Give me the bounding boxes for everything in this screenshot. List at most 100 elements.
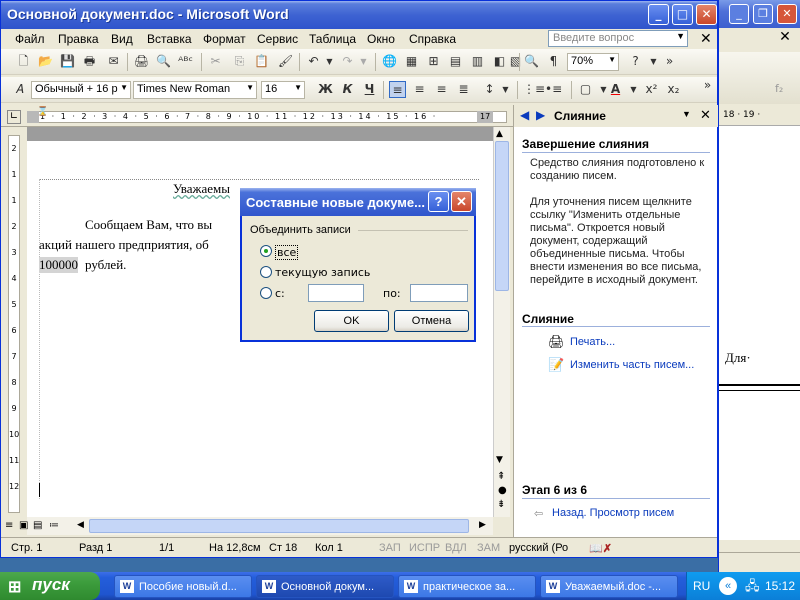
- background-word-window[interactable]: _ ❐ ✕ ✕ f₂ 18 · 19 · Для·: [718, 0, 800, 572]
- close-icon[interactable]: ✕: [451, 191, 472, 212]
- vertical-ruler[interactable]: 2 1 1 2 3 4 5 6 7 8 9 10 11 12: [1, 127, 27, 517]
- menu-window[interactable]: Окно: [367, 32, 395, 46]
- back-arrow-icon[interactable]: ◀: [520, 108, 529, 122]
- restore-icon[interactable]: ❐: [753, 4, 773, 24]
- network-icon[interactable]: 🖧: [745, 577, 760, 599]
- numbering-icon[interactable]: ⋮≡: [523, 81, 545, 98]
- indent-marker-icon[interactable]: ⌛: [37, 107, 48, 117]
- paste-icon[interactable]: 📋: [253, 53, 270, 70]
- align-right-icon[interactable]: ≡: [433, 81, 450, 98]
- superscript-icon[interactable]: x²: [643, 81, 660, 98]
- normal-view-icon[interactable]: ≡: [5, 520, 13, 531]
- chevron-down-icon[interactable]: ▼: [294, 83, 302, 92]
- line-spacing-icon[interactable]: ↕: [481, 81, 498, 98]
- edit-letters-link[interactable]: Изменить часть писем...: [570, 359, 694, 371]
- drawing-icon[interactable]: ◧: [491, 53, 508, 70]
- radio-all[interactable]: [260, 245, 272, 257]
- tab-selector-icon[interactable]: ∟: [7, 110, 21, 124]
- close-task-pane-icon[interactable]: ✕: [700, 107, 711, 123]
- scroll-right-icon[interactable]: ▶: [479, 520, 486, 530]
- insert-excel-icon[interactable]: ▤: [447, 53, 464, 70]
- next-page-icon[interactable]: ⇟: [497, 499, 505, 510]
- status-record[interactable]: ЗАП: [379, 542, 401, 554]
- borders-icon[interactable]: ▢: [577, 81, 594, 98]
- document-map-icon[interactable]: ▧: [507, 53, 524, 70]
- insert-table-icon[interactable]: ⊞: [425, 53, 442, 70]
- hyperlink-icon[interactable]: 🌐: [381, 53, 398, 70]
- background-title-bar[interactable]: _ ❐ ✕: [719, 0, 800, 28]
- chevron-down-icon[interactable]: ▼: [497, 81, 514, 98]
- permission-icon[interactable]: 🖶: [81, 53, 98, 70]
- show-hide-icon[interactable]: ¶: [545, 53, 562, 70]
- print-layout-icon[interactable]: ▤: [33, 520, 42, 531]
- font-size-select[interactable]: 16 ▼: [261, 81, 305, 99]
- align-left-icon[interactable]: ≡: [389, 81, 406, 98]
- radio-from-label[interactable]: с:: [275, 287, 285, 300]
- spelling-icon[interactable]: ᴬᴮᶜ: [177, 53, 194, 70]
- status-extend[interactable]: ВДЛ: [445, 542, 467, 554]
- copy-icon[interactable]: ⎘: [231, 53, 248, 70]
- justify-icon[interactable]: ≣: [455, 81, 472, 98]
- print-link[interactable]: Печать...: [570, 336, 615, 348]
- from-field[interactable]: [308, 284, 364, 302]
- language-indicator[interactable]: RU: [693, 579, 710, 593]
- close-document-icon[interactable]: ✕: [700, 31, 712, 45]
- document-map-icon-2[interactable]: 🔍: [523, 53, 540, 70]
- chevron-down-icon[interactable]: ▼: [676, 31, 685, 41]
- background-close-doc-icon[interactable]: ✕: [777, 30, 793, 46]
- menu-view[interactable]: Вид: [111, 32, 133, 46]
- taskbar-item-1[interactable]: W Основной докум...: [256, 575, 394, 598]
- styles-formatting-icon[interactable]: 𝐴: [11, 81, 28, 98]
- taskbar-item-3[interactable]: W Уважаемый.doc -...: [540, 575, 678, 598]
- chevron-down-icon[interactable]: ▼: [682, 109, 691, 119]
- chevron-down-icon[interactable]: ▼: [625, 81, 642, 98]
- print-preview-icon[interactable]: 🔍: [155, 53, 172, 70]
- to-field[interactable]: [410, 284, 468, 302]
- chevron-down-icon[interactable]: ▼: [321, 53, 338, 70]
- prev-page-icon[interactable]: ⇞: [497, 471, 505, 482]
- select-browse-object-icon[interactable]: ●: [498, 485, 507, 496]
- columns-icon[interactable]: ▥: [469, 53, 486, 70]
- email-icon[interactable]: ✉: [105, 53, 122, 70]
- toolbar-options-icon[interactable]: »: [699, 77, 716, 94]
- horizontal-scrollbar-thumb[interactable]: [89, 519, 469, 533]
- undo-icon[interactable]: ↶: [305, 53, 322, 70]
- chevron-down-icon[interactable]: ▼: [608, 55, 616, 64]
- scrollbar-thumb[interactable]: [495, 141, 509, 291]
- underline-button[interactable]: Ч: [361, 81, 378, 98]
- bold-button[interactable]: Ж: [317, 81, 334, 98]
- chevron-down-icon[interactable]: ▼: [355, 53, 372, 70]
- outline-view-icon[interactable]: ≔: [49, 520, 59, 531]
- minimize-icon[interactable]: _: [729, 4, 749, 24]
- help-icon[interactable]: ?: [428, 191, 449, 212]
- minimize-button[interactable]: _: [648, 4, 669, 25]
- forward-arrow-icon[interactable]: ▶: [536, 108, 545, 122]
- vertical-scrollbar[interactable]: ▲ ▼ ⇞ ● ⇟: [493, 127, 510, 517]
- menu-table[interactable]: Таблица: [309, 32, 356, 46]
- menu-file[interactable]: Файл: [15, 32, 45, 46]
- scroll-up-icon[interactable]: ▲: [496, 129, 503, 139]
- horizontal-ruler[interactable]: ∟ 1 · 1 · 2 · 3 · 4 · 5 · 6 · 7 · 8 · 9 …: [1, 105, 513, 127]
- back-preview-link[interactable]: Назад. Просмотр писем: [552, 507, 674, 519]
- style-select[interactable]: Обычный + 16 р ▼: [31, 81, 131, 99]
- new-document-icon[interactable]: 🗋: [15, 53, 32, 70]
- close-icon[interactable]: ✕: [777, 4, 797, 24]
- spelling-status-icon[interactable]: 📖✗: [589, 542, 612, 555]
- redo-icon[interactable]: ↷: [339, 53, 356, 70]
- menu-edit[interactable]: Правка: [58, 32, 99, 46]
- help-icon[interactable]: ?: [627, 53, 644, 70]
- cancel-button[interactable]: Отмена: [394, 310, 469, 332]
- radio-current-record-label[interactable]: текущую запись: [275, 266, 370, 279]
- taskbar-item-2[interactable]: Wпрактическое за...: [398, 575, 536, 598]
- tables-borders-icon[interactable]: ▦: [403, 53, 420, 70]
- ask-question-box[interactable]: Введите вопрос ▼: [548, 30, 688, 47]
- status-track-changes[interactable]: ИСПР: [409, 542, 440, 554]
- title-bar[interactable]: Основной документ.doc - Microsoft Word _…: [1, 1, 717, 29]
- menu-help[interactable]: Справка: [409, 32, 456, 46]
- toolbar-options-icon[interactable]: »: [661, 53, 678, 70]
- italic-button[interactable]: К: [339, 81, 356, 98]
- start-button[interactable]: ⊞ пуск: [0, 572, 100, 600]
- open-folder-icon[interactable]: 📂: [37, 53, 54, 70]
- merge-field-amount[interactable]: 100000: [39, 257, 78, 273]
- align-center-icon[interactable]: ≡: [411, 81, 428, 98]
